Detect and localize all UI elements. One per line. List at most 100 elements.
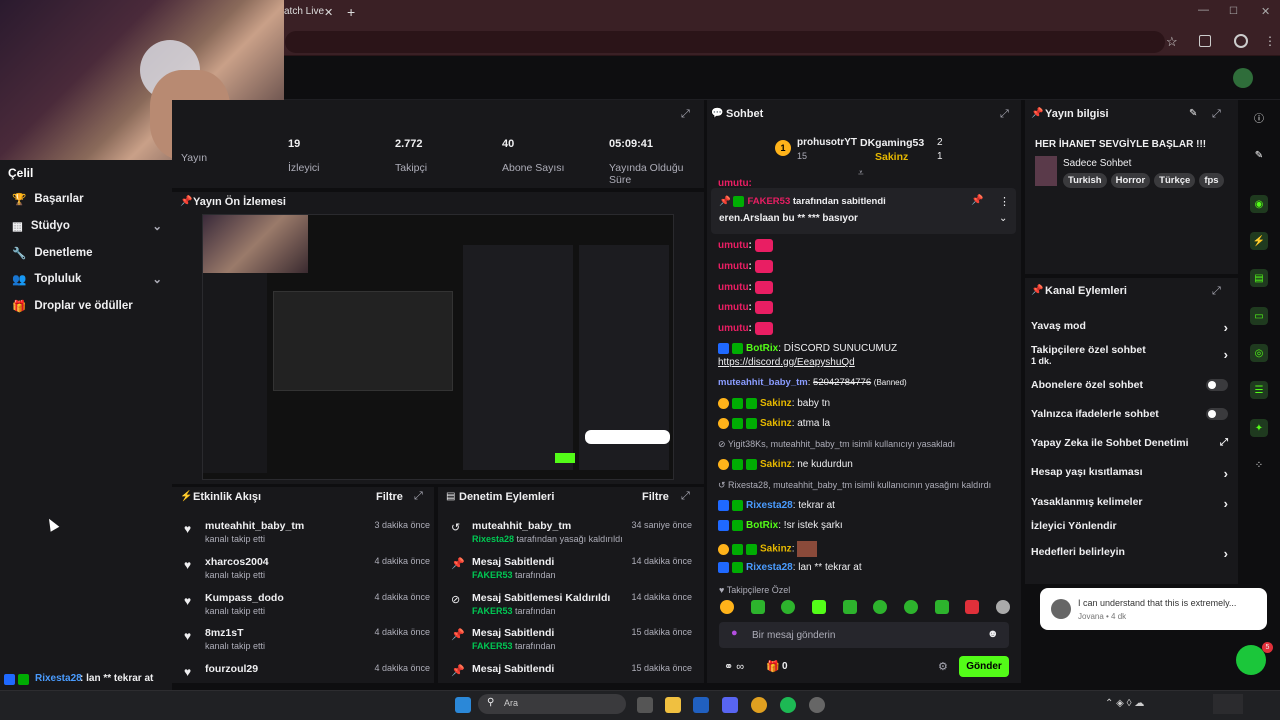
- browser-menu-icon[interactable]: ⋮: [1264, 34, 1276, 48]
- pencil-icon[interactable]: ✎: [1250, 146, 1268, 164]
- sidebar-item-drops[interactable]: 🎁 Droplar ve ödüller: [12, 296, 162, 316]
- shapes-icon[interactable]: ⁘: [1250, 456, 1268, 474]
- expand-icon[interactable]: ⤢: [1212, 285, 1221, 298]
- stream-preview-video[interactable]: [202, 214, 674, 480]
- task-view-icon[interactable]: [637, 697, 653, 713]
- emote-button[interactable]: [842, 600, 857, 614]
- overlay-chat: Rixesta28 : lan ** tekrar at: [0, 670, 172, 690]
- bookmark-star-icon[interactable]: ☆: [1166, 34, 1178, 50]
- emote-only-toggle[interactable]: [1206, 408, 1228, 420]
- info-icon[interactable]: ⓘ: [1250, 108, 1268, 126]
- action-ai-moderation[interactable]: Yapay Zeka ile Sohbet Denetimi ⤢: [1031, 437, 1228, 449]
- tray-icons[interactable]: ⌃ ◈ ◊ ☁: [1105, 698, 1144, 709]
- gift-icon[interactable]: 🎁: [766, 660, 780, 673]
- more-icon[interactable]: ⋮: [999, 195, 1010, 208]
- store-icon[interactable]: [693, 697, 709, 713]
- stream-category[interactable]: Sadece Sohbet: [1063, 158, 1131, 169]
- emote: [797, 541, 818, 557]
- chat-user: umutu: [718, 302, 749, 314]
- gear-icon[interactable]: ⚙: [938, 660, 948, 673]
- browser-tab[interactable]: atch Live: [284, 6, 324, 17]
- expand-icon[interactable]: ⤢: [681, 490, 690, 503]
- emote-button[interactable]: [965, 600, 980, 614]
- expand-icon[interactable]: ⤢: [414, 490, 423, 503]
- chat-input[interactable]: ● Bir mesaj gönderin ☻: [719, 622, 1009, 648]
- send-button[interactable]: Gönder: [959, 656, 1009, 677]
- chat-message: umutu:: [718, 260, 773, 273]
- activity-filter-button[interactable]: Filtre: [376, 491, 403, 503]
- expand-icon[interactable]: ⤢: [1000, 108, 1009, 121]
- action-raid[interactable]: İzleyici Yönlendir: [1031, 520, 1228, 532]
- action-followers-only[interactable]: Takipçilere özel sohbet 1 dk. ›: [1031, 344, 1228, 366]
- chat-link[interactable]: https://discord.gg/EeapyshuQd: [718, 357, 855, 368]
- camera-icon[interactable]: ◉: [1250, 195, 1268, 213]
- close-tab-icon[interactable]: ✕: [324, 6, 333, 19]
- emote-button[interactable]: [781, 600, 796, 614]
- wrench-icon[interactable]: ✦: [1250, 419, 1268, 437]
- list-icon[interactable]: ☰: [1250, 381, 1268, 399]
- heart-icon: ♥: [184, 522, 192, 536]
- clipboard-icon[interactable]: ▤: [1250, 269, 1268, 287]
- flash-icon[interactable]: ⚡: [1250, 232, 1268, 250]
- close-window-icon[interactable]: ✕: [1261, 5, 1270, 18]
- tag-chip[interactable]: Turkish: [1063, 173, 1107, 188]
- emote-button[interactable]: [873, 600, 888, 614]
- obs-icon[interactable]: [809, 697, 825, 713]
- tag-chip[interactable]: fps: [1199, 173, 1224, 188]
- tag-chip[interactable]: Horror: [1110, 173, 1151, 188]
- emote-button[interactable]: [995, 600, 1010, 614]
- infinity-icon[interactable]: ⚭ ∞: [724, 660, 744, 673]
- spotify-icon[interactable]: [780, 697, 796, 713]
- discord-icon[interactable]: [722, 697, 738, 713]
- expand-icon[interactable]: ⤢: [1212, 108, 1221, 121]
- modlog-filter-button[interactable]: Filtre: [642, 491, 669, 503]
- url-input[interactable]: [285, 31, 1165, 53]
- expand-icon[interactable]: ⤢: [681, 108, 690, 121]
- list-item: ♥ Kumpass_dodo kanalı takip etti 4 dakika ö…: [180, 592, 430, 626]
- explorer-icon[interactable]: [665, 697, 681, 713]
- actor-name: Rixesta28: [472, 534, 515, 544]
- user-avatar[interactable]: [1233, 68, 1253, 88]
- chat-bubble-icon[interactable]: ▭: [1250, 307, 1268, 325]
- collapse-icon[interactable]: ⩡: [858, 168, 864, 179]
- subs-only-toggle[interactable]: [1206, 379, 1228, 391]
- sidebar-item-moderation[interactable]: 🔧 Denetleme: [12, 243, 162, 263]
- edit-icon[interactable]: ✎: [1189, 108, 1197, 119]
- minimize-icon[interactable]: —: [1198, 4, 1209, 16]
- action-slow-mode[interactable]: Yavaş mod ›: [1031, 320, 1228, 335]
- action-account-age[interactable]: Hesap yaşı kısıtlaması ›: [1031, 466, 1228, 481]
- chat-icon: 💬: [711, 108, 724, 119]
- pinned-by-suffix: tarafından sabitlendi: [790, 196, 886, 208]
- clock[interactable]: [1213, 694, 1243, 714]
- stat-label: Abone Sayısı: [502, 162, 565, 174]
- start-icon[interactable]: [455, 697, 471, 713]
- sidebar-item-community[interactable]: 👥 Topluluk ⌄: [12, 269, 162, 289]
- chrome-icon[interactable]: [751, 697, 767, 713]
- sub-badge: [718, 418, 729, 429]
- profile-icon[interactable]: [1234, 34, 1248, 48]
- emote-button[interactable]: [811, 600, 826, 614]
- broadcast-icon[interactable]: ◎: [1250, 344, 1268, 362]
- heart-icon: ♥: [184, 558, 192, 572]
- action-subs-only[interactable]: Abonelere özel sohbet: [1031, 379, 1228, 391]
- unpin-icon[interactable]: 📌: [971, 195, 983, 206]
- emote-button[interactable]: [720, 600, 734, 614]
- action-banned-words[interactable]: Yasaklanmış kelimeler ›: [1031, 496, 1228, 511]
- sidebar-item-studio[interactable]: ▦ Stüdyo ⌄: [12, 216, 162, 236]
- tag-chip[interactable]: Türkçe: [1154, 173, 1196, 188]
- emote-button[interactable]: [750, 600, 765, 614]
- new-tab-button[interactable]: +: [347, 4, 355, 20]
- pinned-message[interactable]: 📌 FAKER53 tarafından sabitlendi eren.Ars…: [711, 188, 1016, 234]
- maximize-icon[interactable]: ☐: [1229, 6, 1238, 17]
- emote-button[interactable]: [903, 600, 918, 614]
- notification-toast[interactable]: I can understand that this is extremely.…: [1040, 588, 1267, 630]
- action-emote-only[interactable]: Yalnızca ifadelerle sohbet: [1031, 408, 1228, 420]
- item-name: Mesaj Sabitlendi: [472, 627, 555, 639]
- emote-button[interactable]: [934, 600, 949, 614]
- action-goals[interactable]: Hedefleri belirleyin ›: [1031, 546, 1228, 561]
- taskbar-search[interactable]: ⚲ Ara: [478, 694, 626, 714]
- emoji-icon[interactable]: ☻: [987, 628, 999, 640]
- translate-icon[interactable]: [1199, 35, 1211, 47]
- chevron-down-icon[interactable]: ⌄: [999, 213, 1007, 224]
- sidebar-item-achievements[interactable]: 🏆 Başarılar: [12, 189, 162, 209]
